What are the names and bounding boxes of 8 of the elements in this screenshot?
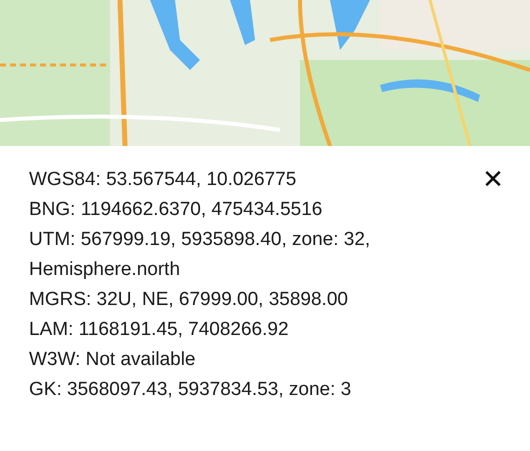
coordinate-text: GK: 3568097.43, 5937834.53, zone: 3 [29,378,352,402]
coordinate-text: BNG: 1194662.6370, 475434.5516 [29,198,324,222]
coordinate-text: MGRS: 32U, NE, 67999.00, 35898.00 [29,288,349,312]
coordinate-text: WGS84: 53.567544, 10.026775 [29,168,298,192]
coordinate-text: UTM: 567999.19, 5935898.40, zone: 32, Hemisphere.north [29,228,372,282]
coordinate-text: LAM: 1168191.45, 7408266.92 [29,318,290,342]
coordinate-text: W3W: Not available [29,348,196,372]
close-button[interactable]: ✕ [478,165,508,195]
